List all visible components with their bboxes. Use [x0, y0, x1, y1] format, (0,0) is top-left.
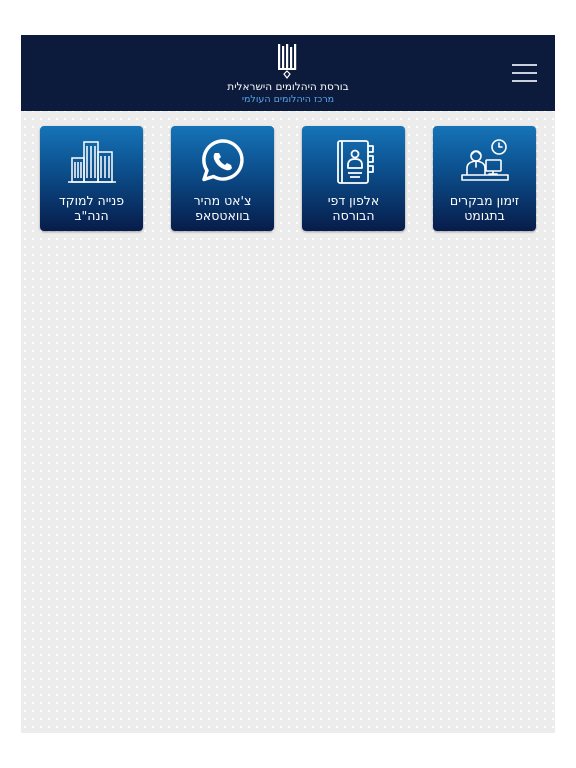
tile-exchange-directory[interactable]: אלפון דפי הבורסה: [302, 126, 405, 231]
app-header: בורסת היהלומים הישראלית מרכז היהלומים הע…: [21, 35, 555, 111]
tile-management-contact[interactable]: פנייה למוקד הנה"ב: [40, 126, 143, 231]
tile-label: זימון מבקרים בתגומט: [435, 193, 534, 223]
tile-label-line-2: בתגומט: [464, 208, 505, 223]
tile-label: פנייה למוקד הנה"ב: [42, 193, 141, 223]
menu-line: [512, 80, 537, 82]
diamond-exchange-logo-icon: [278, 44, 297, 79]
office-buildings-icon: [68, 141, 116, 183]
visitor-desk-clock-icon: [461, 139, 509, 181]
tile-label-line-1: צ'אט מהיר: [193, 193, 252, 208]
tile-visitor-invitation[interactable]: זימון מבקרים בתגומט: [433, 126, 536, 231]
address-book-icon: [337, 140, 374, 184]
header-subtitle: מרכז היהלומים העולמי: [241, 94, 335, 105]
tile-label-line-1: זימון מבקרים: [449, 193, 520, 208]
app-screen: בורסת היהלומים הישראלית מרכז היהלומים הע…: [21, 35, 555, 733]
tile-label-line-2: הנה"ב: [74, 208, 109, 223]
tile-label: צ'אט מהיר בוואטסאפ: [173, 193, 272, 223]
tile-label-line-1: פנייה למוקד: [58, 193, 125, 208]
tile-label: אלפון דפי הבורסה: [304, 193, 403, 223]
tile-whatsapp-chat[interactable]: צ'אט מהיר בוואטסאפ: [171, 126, 274, 231]
hamburger-menu-button[interactable]: [512, 64, 537, 82]
menu-line: [512, 64, 537, 66]
whatsapp-icon: [202, 139, 244, 182]
menu-line: [512, 72, 537, 74]
tile-label-line-2: הבורסה: [332, 208, 375, 223]
tile-label-line-1: אלפון דפי: [327, 193, 380, 208]
tile-label-line-2: בוואטסאפ: [195, 208, 250, 223]
